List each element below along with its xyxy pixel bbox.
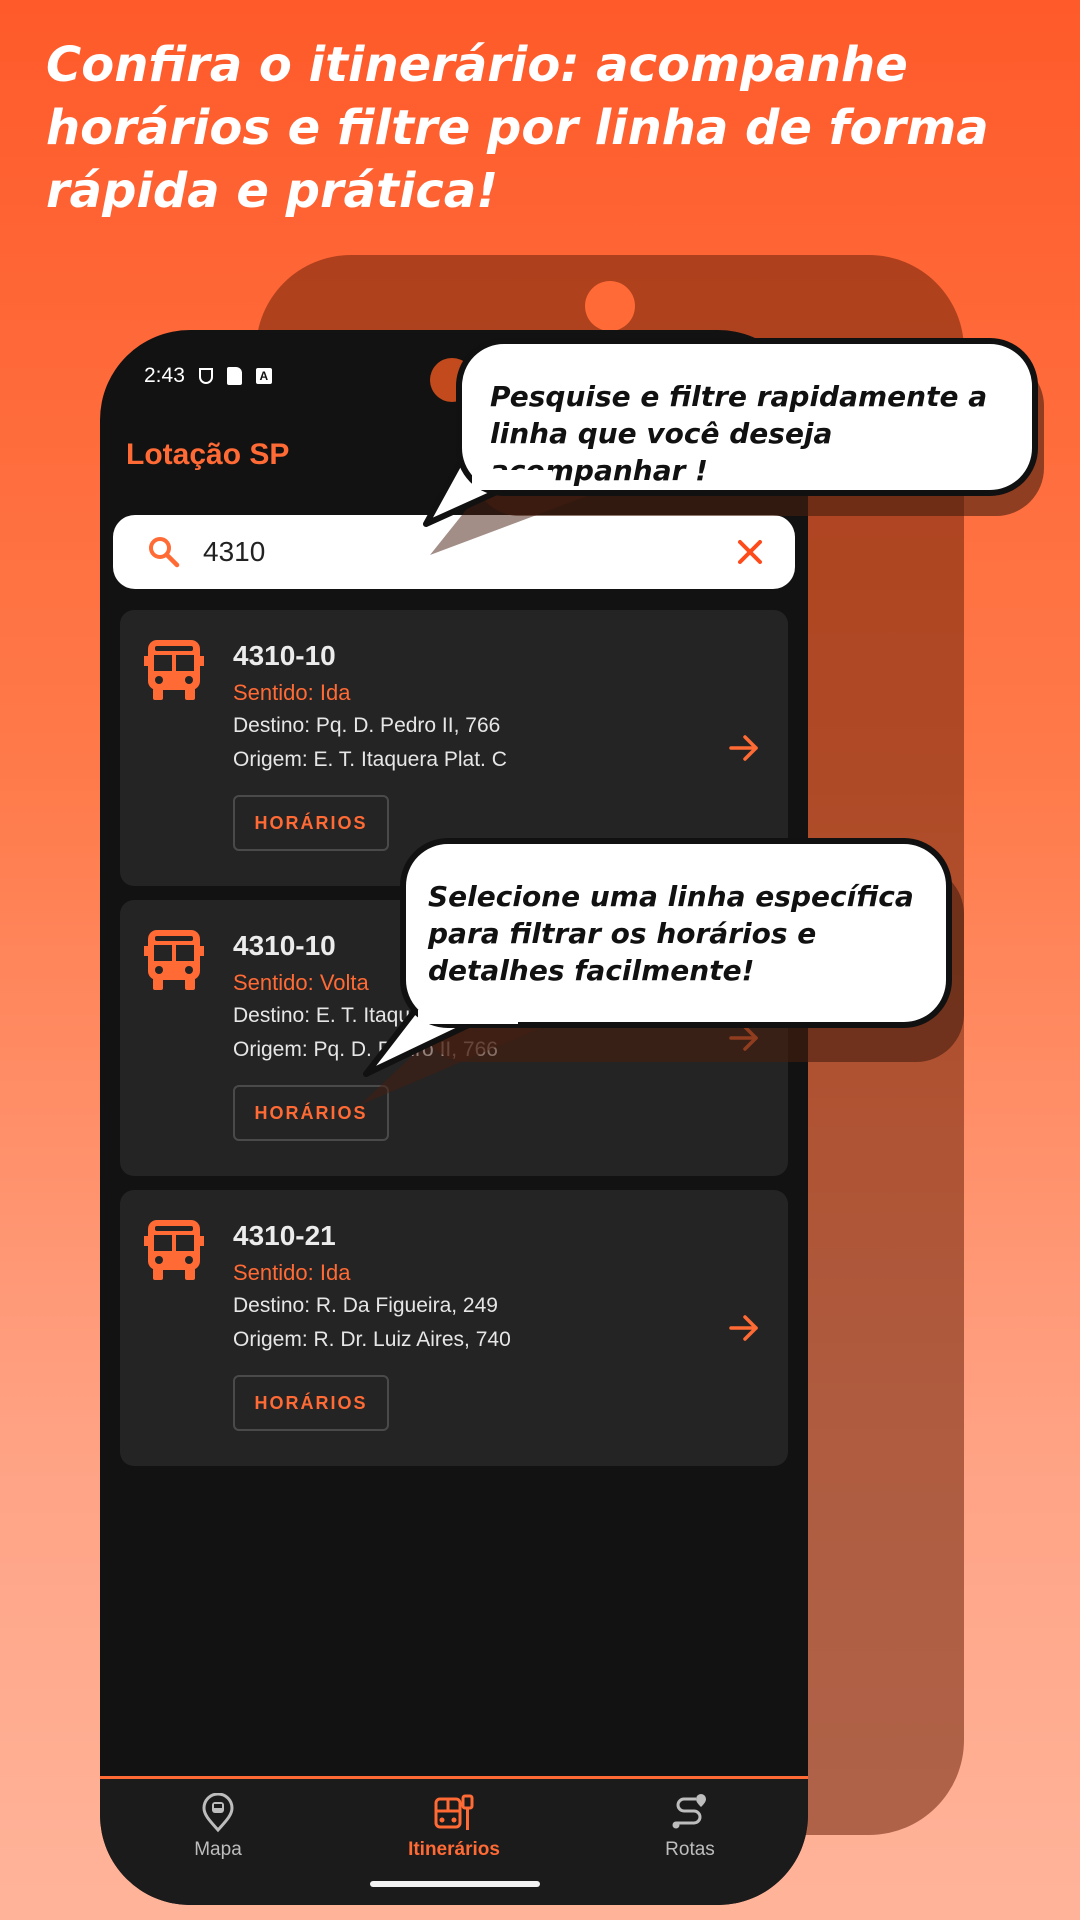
route-code: 4310-21 — [233, 1220, 336, 1251]
nav-label: Itinerários — [408, 1839, 500, 1860]
map-pin-icon — [198, 1792, 238, 1833]
callout-select-text: Selecione uma linha específica para filt… — [428, 880, 914, 987]
schedule-button[interactable]: HORÁRIOS — [233, 1375, 389, 1431]
phone-shadow-camera — [585, 281, 635, 331]
callout-search-text: Pesquise e filtre rapidamente a linha qu… — [490, 380, 988, 487]
shield-icon — [198, 368, 213, 384]
bus-icon — [144, 1216, 204, 1282]
nav-item-mapa[interactable]: Mapa — [100, 1779, 336, 1905]
search-icon — [147, 535, 181, 569]
a-icon: A — [255, 368, 272, 384]
route-icon — [670, 1793, 710, 1833]
route-code: 4310-10 — [233, 930, 336, 961]
route-destination: Destino: Pq. D. Pedro II, 766 — [233, 714, 501, 737]
schedule-button[interactable]: HORÁRIOS — [233, 795, 389, 851]
close-icon[interactable] — [735, 537, 765, 567]
bus-icon — [144, 636, 204, 702]
route-origin: Origem: R. Dr. Luiz Aires, 740 — [233, 1328, 511, 1351]
status-bar: 2:43 A — [144, 360, 272, 392]
route-origin: Origem: E. T. Itaquera Plat. C — [233, 748, 507, 771]
sd-card-icon — [226, 367, 242, 385]
bus-stop-icon — [434, 1793, 474, 1833]
status-time: 2:43 — [144, 364, 185, 387]
callout-tail-cover — [472, 470, 552, 490]
home-indicator — [370, 1881, 540, 1887]
arrow-right-icon[interactable] — [728, 732, 760, 764]
promo-headline: Confira o itinerário: acompanhe horários… — [46, 37, 989, 219]
route-destination: Destino: R. Da Figueira, 249 — [233, 1294, 498, 1317]
route-direction: Sentido: Volta — [233, 970, 369, 995]
route-direction: Sentido: Ida — [233, 680, 351, 705]
route-card[interactable]: 4310-21 Sentido: Ida Destino: R. Da Figu… — [120, 1190, 788, 1466]
route-direction: Sentido: Ida — [233, 1260, 351, 1285]
callout-tail-cover — [418, 1010, 518, 1024]
nav-label: Rotas — [665, 1839, 715, 1860]
callout-select: Selecione uma linha específica para filt… — [400, 838, 952, 1028]
app-title: Lotação SP — [126, 438, 290, 471]
route-code: 4310-10 — [233, 640, 336, 671]
arrow-right-icon[interactable] — [728, 1312, 760, 1344]
phone-screen: 2:43 A Lotação SP 4310 4310-10 Sentido: … — [100, 330, 808, 1905]
nav-label: Mapa — [194, 1839, 242, 1860]
nav-item-rotas[interactable]: Rotas — [572, 1779, 808, 1905]
bus-icon — [144, 926, 204, 992]
